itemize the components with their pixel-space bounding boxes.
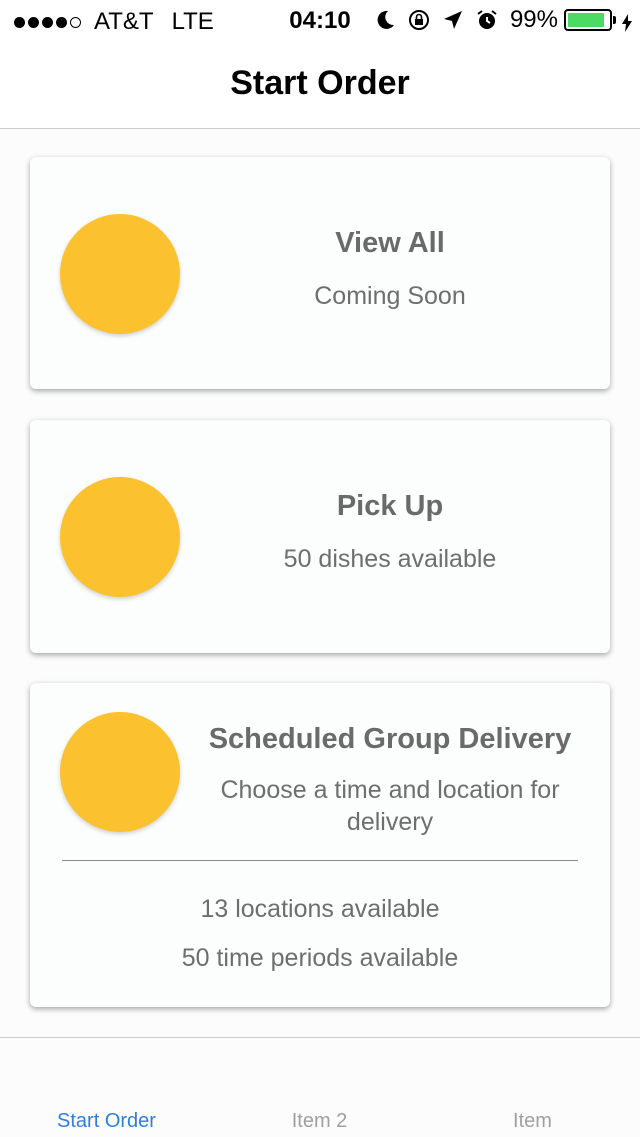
card-divider xyxy=(62,860,578,861)
tab-start-order[interactable]: Start Order xyxy=(0,1110,213,1133)
alarm-icon xyxy=(476,9,498,31)
card-subtitle: Coming Soon xyxy=(314,282,466,310)
card-view-all[interactable]: View All Coming Soon xyxy=(30,157,610,389)
location-arrow-icon xyxy=(442,9,464,31)
navigation-bar: Start Order xyxy=(0,40,640,129)
card-icon-circle xyxy=(60,214,180,334)
card-pick-up[interactable]: Pick Up 50 dishes available xyxy=(30,420,610,653)
card-title: View All xyxy=(335,227,445,259)
battery-percent: 99% xyxy=(509,6,558,33)
locations-available: 13 locations available xyxy=(200,895,440,923)
card-icon-circle xyxy=(60,712,180,832)
moon-icon xyxy=(374,9,396,31)
battery-icon xyxy=(564,9,616,31)
page-title: Start Order xyxy=(230,64,410,102)
status-right: 99% xyxy=(374,6,632,34)
charging-bolt-icon xyxy=(622,11,632,32)
card-title: Scheduled Group Delivery xyxy=(208,723,572,755)
card-title: Pick Up xyxy=(336,490,444,522)
card-icon-circle xyxy=(60,477,180,597)
tab-item-2[interactable]: Item 2 xyxy=(213,1110,426,1133)
card-subtitle-line1: Choose a time and location for xyxy=(220,776,560,804)
card-subtitle-line2: delivery xyxy=(346,808,434,836)
card-scheduled-group-delivery[interactable]: Scheduled Group Delivery Choose a time a… xyxy=(30,683,610,1007)
time-periods-available: 50 time periods available xyxy=(181,944,459,972)
status-bar: AT&T LTE 04:10 99% xyxy=(0,0,640,40)
tab-item[interactable]: Item xyxy=(426,1110,639,1133)
card-subtitle: 50 dishes available xyxy=(283,545,497,573)
tab-bar: Start Order Item 2 Item xyxy=(0,1037,640,1137)
rotation-lock-icon xyxy=(408,9,430,31)
battery-fill xyxy=(568,13,604,27)
